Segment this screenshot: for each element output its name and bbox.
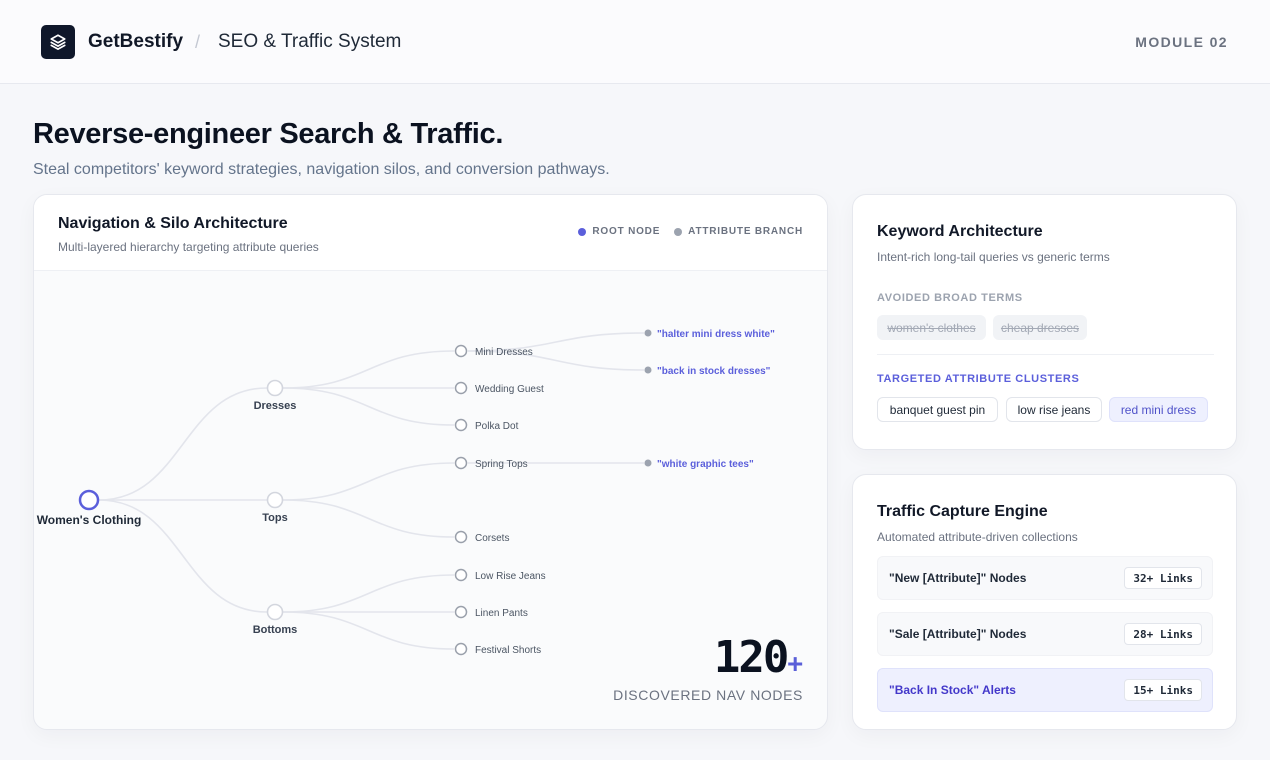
node-count: 120+ <box>714 632 803 683</box>
leaf-node <box>454 456 468 470</box>
system-title: SEO & Traffic System <box>218 31 402 52</box>
query-dot <box>644 329 652 337</box>
divider <box>877 354 1214 355</box>
leaf-node <box>454 530 468 544</box>
page-title: Reverse-engineer Search & Traffic. <box>33 118 504 150</box>
tree-link <box>98 387 268 501</box>
traffic-row-active[interactable]: "Back In Stock" Alerts 15+ Links <box>877 668 1213 712</box>
leaf-node-label: Mini Dresses <box>475 347 533 358</box>
module-label: MODULE 02 <box>1135 34 1228 50</box>
leaf-node-label: Spring Tops <box>475 459 528 470</box>
branch-node-label: Dresses <box>254 400 297 412</box>
query-dot <box>644 459 652 467</box>
leaf-node-label: Wedding Guest <box>475 384 544 395</box>
top-bar: GetBestify / SEO & Traffic System MODULE… <box>0 0 1270 84</box>
branch-node <box>266 491 284 509</box>
leaf-node <box>454 642 468 656</box>
query-label: "back in stock dresses" <box>657 366 771 377</box>
tree-link <box>282 387 455 426</box>
traffic-engine-card: Traffic Capture Engine Automated attribu… <box>852 474 1237 730</box>
breadcrumb-separator: / <box>195 32 201 52</box>
traffic-row-label: "Sale [Attribute]" Nodes <box>889 627 1027 641</box>
targeted-chip[interactable]: low rise jeans <box>1006 397 1102 422</box>
node-count-label: DISCOVERED NAV NODES <box>613 687 803 703</box>
leaf-node <box>454 605 468 619</box>
brand-name[interactable]: GetBestify <box>88 31 183 53</box>
avoided-chip[interactable]: cheap dresses <box>993 315 1087 340</box>
avoided-label: AVOIDED BROAD TERMS <box>877 292 1023 304</box>
traffic-card-subtitle: Automated attribute-driven collections <box>877 530 1078 544</box>
avoided-chip[interactable]: women's clothes <box>877 315 986 340</box>
branch-node <box>266 379 284 397</box>
tree-link <box>282 350 455 389</box>
traffic-card-title: Traffic Capture Engine <box>877 503 1048 520</box>
links-badge: 15+ Links <box>1124 679 1202 701</box>
leaf-node <box>454 568 468 582</box>
tree-link <box>282 462 455 501</box>
traffic-row[interactable]: "New [Attribute]" Nodes 32+ Links <box>877 556 1213 600</box>
traffic-row-label: "New [Attribute]" Nodes <box>889 571 1027 585</box>
targeted-chip-active[interactable]: red mini dress <box>1109 397 1208 422</box>
targeted-chip[interactable]: banquet guest pin <box>877 397 998 422</box>
leaf-node-label: Linen Pants <box>475 608 528 619</box>
root-node <box>78 489 100 511</box>
query-label: "halter mini dress white" <box>657 329 775 340</box>
links-badge: 28+ Links <box>1124 623 1202 645</box>
query-dot <box>644 366 652 374</box>
branch-node <box>266 603 284 621</box>
keyword-card-title: Keyword Architecture <box>877 223 1043 240</box>
leaf-node-label: Polka Dot <box>475 421 519 432</box>
traffic-row-label: "Back In Stock" Alerts <box>889 683 1016 697</box>
tree-link <box>282 611 455 650</box>
traffic-row[interactable]: "Sale [Attribute]" Nodes 28+ Links <box>877 612 1213 656</box>
branch-node-label: Tops <box>262 512 287 524</box>
leaf-node <box>454 381 468 395</box>
tree-link <box>282 499 455 538</box>
keyword-architecture-card: Keyword Architecture Intent-rich long-ta… <box>852 194 1237 450</box>
query-label: "white graphic tees" <box>657 459 754 470</box>
layers-icon[interactable] <box>41 25 75 59</box>
page-subtitle: Steal competitors' keyword strategies, n… <box>33 161 610 178</box>
tree-link <box>282 574 455 613</box>
root-node-label: Women's Clothing <box>37 513 142 527</box>
keyword-card-subtitle: Intent-rich long-tail queries vs generic… <box>877 250 1110 264</box>
targeted-label: TARGETED ATTRIBUTE CLUSTERS <box>877 373 1080 385</box>
leaf-node-label: Corsets <box>475 533 509 544</box>
links-badge: 32+ Links <box>1124 567 1202 589</box>
node-count-value: 120 <box>713 632 789 683</box>
nav-architecture-card: Navigation & Silo Architecture Multi-lay… <box>33 194 828 730</box>
branch-node-label: Bottoms <box>253 624 298 636</box>
leaf-node <box>454 418 468 432</box>
node-count-suffix: + <box>787 649 803 679</box>
leaf-node-label: Low Rise Jeans <box>475 571 546 582</box>
leaf-node-label: Festival Shorts <box>475 645 541 656</box>
silo-tree: Women's Clothing Dresses Mini Dresses "halt… <box>37 329 775 656</box>
leaf-node <box>454 344 468 358</box>
